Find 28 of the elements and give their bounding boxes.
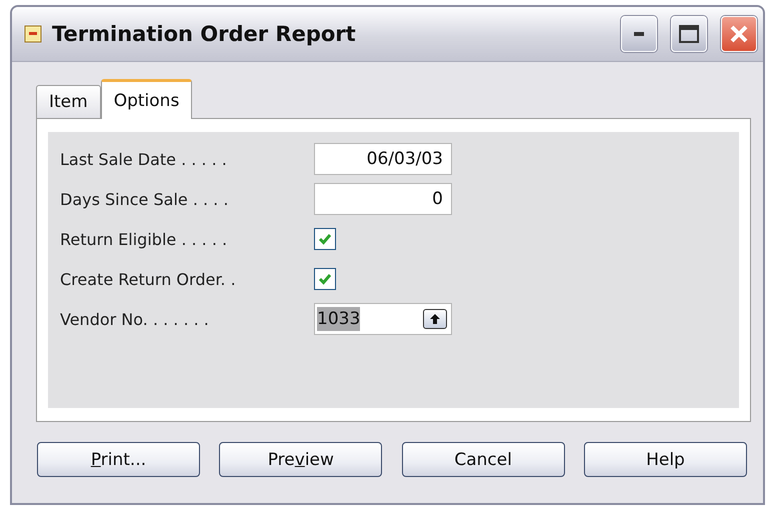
- checkbox[interactable]: [314, 268, 336, 290]
- field-label: Days Since Sale . . . .: [60, 190, 230, 208]
- minimize-button[interactable]: [621, 16, 657, 52]
- checkbox[interactable]: [314, 228, 336, 250]
- lookup-button[interactable]: [423, 309, 447, 329]
- field-label: Create Return Order. .: [60, 270, 237, 288]
- tab[interactable]: Options: [100, 79, 192, 119]
- up-arrow-icon: [429, 313, 441, 325]
- report-icon: [24, 25, 42, 43]
- field-label: Last Sale Date . . . . .: [60, 150, 228, 168]
- lookup-field[interactable]: 1033: [314, 303, 452, 335]
- close-icon: [729, 24, 749, 44]
- dialog-button[interactable]: Cancel: [402, 442, 565, 477]
- checkmark-icon: [318, 273, 332, 285]
- field-label: Return Eligible . . . . .: [60, 230, 228, 248]
- close-button[interactable]: [721, 16, 757, 52]
- tab[interactable]: Item: [36, 85, 101, 118]
- dialog-button[interactable]: Print...: [37, 442, 200, 477]
- maximize-icon: [679, 25, 699, 43]
- dialog-button[interactable]: Help: [584, 442, 747, 477]
- checkmark-icon: [318, 233, 332, 245]
- field-label: Vendor No. . . . . . .: [60, 310, 210, 328]
- window-title: Termination Order Report: [52, 22, 357, 46]
- dialog-button[interactable]: Preview: [219, 442, 382, 477]
- input-field[interactable]: 0: [314, 183, 452, 215]
- input-field[interactable]: 06/03/03: [314, 143, 452, 175]
- maximize-button[interactable]: [671, 16, 707, 52]
- minimize-icon: [634, 32, 644, 36]
